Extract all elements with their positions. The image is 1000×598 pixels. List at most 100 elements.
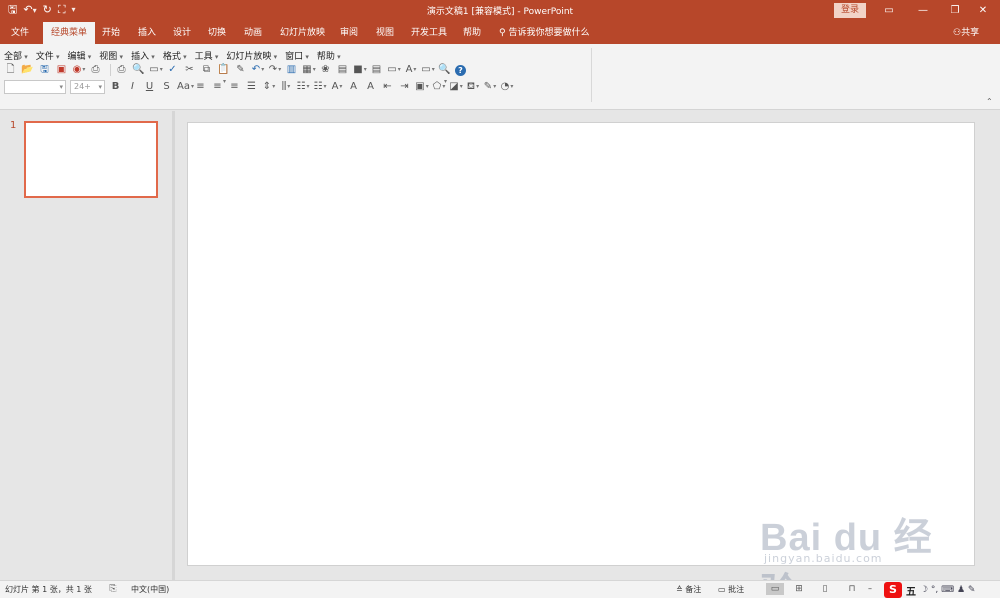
tab-classic-menu[interactable]: 经典菜单 [43,22,96,44]
columns-icon[interactable]: ⫼ [279,81,292,93]
clipart-icon[interactable]: ❀ [319,64,332,76]
ime-options-icons[interactable]: ☽ °, ⌨ ♟ ✎ [920,585,975,595]
font-size-combo[interactable]: 24+ [70,80,105,94]
zoom-icon[interactable]: 🔍 [438,64,451,76]
undo-icon[interactable]: ↶ [251,64,264,76]
new-slide-icon[interactable]: ▤ [336,64,349,76]
toolbar-divider [110,64,111,76]
font-color-icon[interactable]: A [330,81,343,93]
slide-design-icon[interactable]: ▭ [387,64,400,76]
decrease-indent-icon[interactable]: ⇤ [381,81,394,93]
comments-button[interactable]: ▭ 批注 [718,584,744,595]
tab-review[interactable]: 审阅 [340,22,358,44]
copy-icon[interactable]: ⧉ [200,64,213,76]
menu-insert[interactable]: 插入 [131,49,155,62]
menu-tools[interactable]: 工具 [195,49,219,62]
language-status[interactable]: 中文(中国) [131,584,169,595]
print-preview-icon[interactable]: 🔍 [132,64,145,76]
menu-view[interactable]: 视图 [99,49,123,62]
menu-all[interactable]: 全部 [4,49,28,62]
send-icon[interactable]: ◉ [72,64,85,76]
increase-indent-icon[interactable]: ⇥ [398,81,411,93]
wubi-mode[interactable]: 五 [906,583,916,598]
menu-file[interactable]: 文件 [36,49,60,62]
tab-design[interactable]: 设计 [173,22,191,44]
menu-format[interactable]: 格式 [163,49,187,62]
decrease-font-icon[interactable]: A [364,81,377,93]
help-icon[interactable]: ? [455,64,466,76]
cut-icon[interactable]: ✂ [183,64,196,76]
spelling-icon[interactable]: ✓ [166,64,179,76]
insert-table-icon[interactable]: ▦ [302,64,315,76]
line-color-icon[interactable]: ✎ [483,81,496,93]
shape-fill-icon[interactable]: ◪ [449,81,462,93]
justify-icon[interactable]: ☰ [245,81,258,93]
font-name-combo[interactable] [4,80,66,94]
format-painter-icon[interactable]: ✎ [234,64,247,76]
tab-slide-show[interactable]: 幻灯片放映 [280,22,325,44]
normal-view-icon[interactable]: ▭ [766,583,784,595]
text-direction-icon[interactable]: ⇕ [262,81,275,93]
menu-window[interactable]: 窗口 [285,49,309,62]
tab-insert[interactable]: 插入 [138,22,156,44]
increase-font-icon[interactable]: A [347,81,360,93]
tab-view[interactable]: 视图 [376,22,394,44]
bullets-icon[interactable]: ☷ [313,81,326,93]
notes-label: 备注 [685,585,702,594]
underline-icon[interactable]: U [143,81,156,93]
share-button[interactable]: ⚇共享 [953,22,979,44]
print-icon[interactable]: ⎙ [115,64,128,76]
tab-animations[interactable]: 动画 [244,22,262,44]
reading-view-icon[interactable]: ▯ [819,583,831,595]
slide-layout-icon[interactable]: ▤ [370,64,383,76]
tab-developer[interactable]: 开发工具 [411,22,447,44]
insert-frame-icon[interactable]: ▭ [149,64,162,76]
color-grayscale-icon[interactable]: ■ [353,64,366,76]
menu-slide-show[interactable]: 幻灯片放映 [226,49,277,62]
menu-edit[interactable]: 编辑 [68,49,92,62]
login-button[interactable]: 登录 [834,3,866,18]
slide-sorter-icon[interactable]: ⊞ [793,583,805,595]
new-document-icon[interactable]: 🗋 [4,64,17,76]
tell-me-search[interactable]: ⚲ 告诉我你想要做什么 [499,22,589,44]
text-shadow-icon[interactable]: S [160,81,173,93]
notes-button[interactable]: ≙ 备注 [676,584,701,595]
bold-icon[interactable]: B [109,81,122,93]
classic-menu-ribbon: 全部 文件 编辑 视图 插入 格式 工具 幻灯片放映 窗口 帮助 🗋 📂 🖫 ▣… [0,44,1000,110]
save-icon[interactable]: 🖫 [38,64,51,76]
slide-thumbnail[interactable] [24,121,158,198]
tab-home[interactable]: 开始 [102,22,120,44]
redo-icon[interactable]: ↷ [268,64,281,76]
arrange-icon[interactable]: ▣ [415,81,428,93]
sogou-ime-icon[interactable]: S [884,582,902,598]
italic-icon[interactable]: I [126,81,139,93]
text-box-icon[interactable]: A [404,64,417,76]
change-case-icon[interactable]: Aa [177,81,190,93]
align-center-icon[interactable]: ≡ [211,81,224,93]
tab-file[interactable]: 文件 [11,22,29,44]
formatting-toolbar: 24+ B I U S Aa ≡ ≡ ≡ ☰ ⇕ ⫼ ☷ ☷ A A A ⇤ ⇥… [4,80,517,94]
insert-chart-icon[interactable]: ▥ [285,64,298,76]
paste-icon[interactable]: 📋 [217,64,230,76]
permission-icon[interactable]: ⎙ [89,64,102,76]
ribbon-display-options-icon[interactable]: ▭ [872,0,906,22]
close-icon[interactable]: ✕ [966,0,1000,22]
tab-help[interactable]: 帮助 [463,22,481,44]
export-pdf-icon[interactable]: ▣ [55,64,68,76]
menu-help[interactable]: 帮助 [317,49,341,62]
comment-icon[interactable]: ▭ [421,64,434,76]
shapes-icon[interactable]: ⬠ [432,81,445,93]
numbering-icon[interactable]: ☷ [296,81,309,93]
shape-effects-icon[interactable]: ◔ [500,81,513,93]
collapse-ribbon-icon[interactable]: ⌃ [986,97,993,106]
spell-check-icon[interactable]: ⎘ [107,583,119,595]
fill-bucket-icon[interactable]: ⛾ [466,81,479,93]
zoom-out-button[interactable]: – [868,584,872,593]
slide-show-icon[interactable]: ⊓ [846,583,858,595]
minimize-icon[interactable]: — [906,0,940,22]
align-right-icon[interactable]: ≡ [228,81,241,93]
align-left-icon[interactable]: ≡ [194,81,207,93]
slide-thumbnails-pane: 1 [0,111,172,580]
open-folder-icon[interactable]: 📂 [21,64,34,76]
tab-transitions[interactable]: 切换 [208,22,226,44]
